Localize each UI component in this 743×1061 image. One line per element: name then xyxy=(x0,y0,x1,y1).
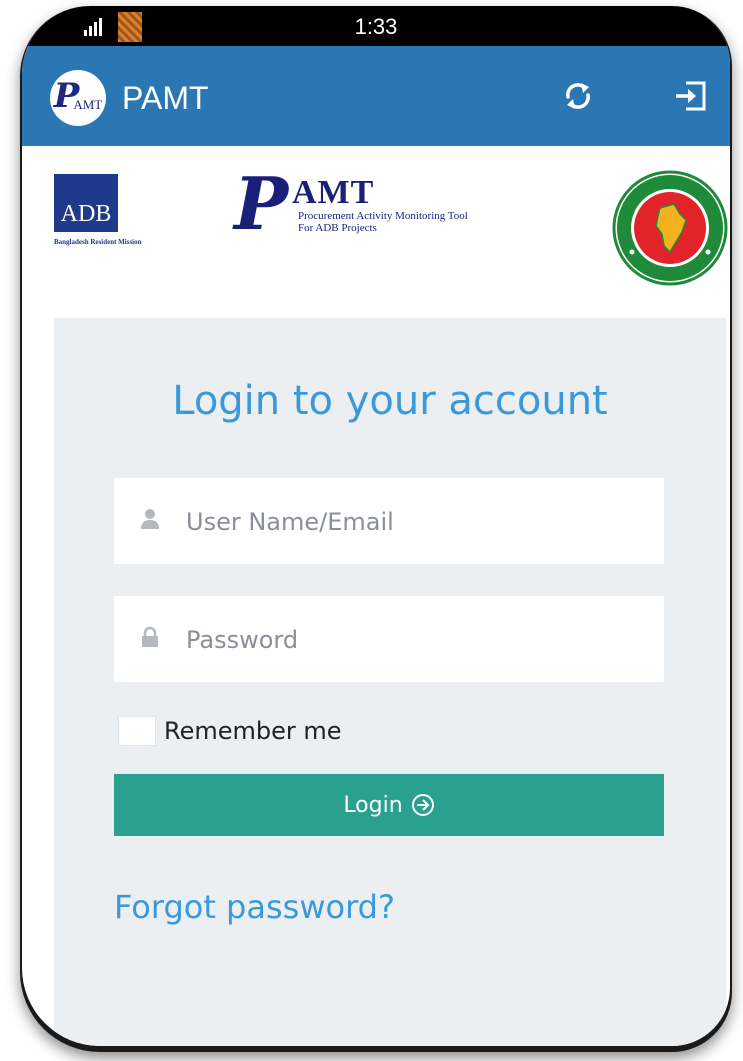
phone-frame: 1:33 P AMT PAMT ADB Bangladesh Resident … xyxy=(20,6,732,1052)
screen: 1:33 P AMT PAMT ADB Bangladesh Resident … xyxy=(22,6,730,1046)
government-seal-icon xyxy=(612,170,728,286)
pamt-logo-letter: P xyxy=(234,161,289,246)
login-panel: Login to your account Remember me xyxy=(54,318,726,1046)
pamt-logo-line2: For ADB Projects xyxy=(298,222,377,234)
login-heading: Login to your account xyxy=(172,378,608,424)
username-field xyxy=(114,478,664,566)
arrow-circle-right-icon xyxy=(411,794,434,816)
adb-logo: ADB xyxy=(54,174,118,232)
app-logo-text: AMT xyxy=(73,97,103,112)
refresh-button[interactable] xyxy=(558,76,598,116)
remember-me-checkbox[interactable] xyxy=(118,716,156,746)
remember-me-label: Remember me xyxy=(164,717,342,745)
status-bar: 1:33 xyxy=(22,6,730,46)
pamt-logo-word: AMT xyxy=(292,174,375,211)
app-logo: P AMT xyxy=(50,70,106,126)
username-input[interactable] xyxy=(184,478,648,566)
remember-me: Remember me xyxy=(118,716,342,746)
refresh-icon xyxy=(566,83,590,109)
logout-button[interactable] xyxy=(670,76,710,116)
app-bar: P AMT PAMT xyxy=(22,46,730,146)
user-icon xyxy=(141,509,159,529)
forgot-password-link[interactable]: Forgot password? xyxy=(114,888,395,926)
lock-icon xyxy=(142,626,158,647)
login-button-label: Login xyxy=(343,792,403,818)
app-title: PAMT xyxy=(122,80,209,116)
password-input[interactable] xyxy=(184,596,648,684)
logout-icon xyxy=(676,81,706,111)
password-field xyxy=(114,596,664,684)
adb-caption: Bangladesh Resident Mission xyxy=(54,238,142,246)
login-button[interactable]: Login xyxy=(114,774,664,836)
status-time: 1:33 xyxy=(354,14,398,39)
pamt-logo-line1: Procurement Activity Monitoring Tool xyxy=(298,210,468,222)
